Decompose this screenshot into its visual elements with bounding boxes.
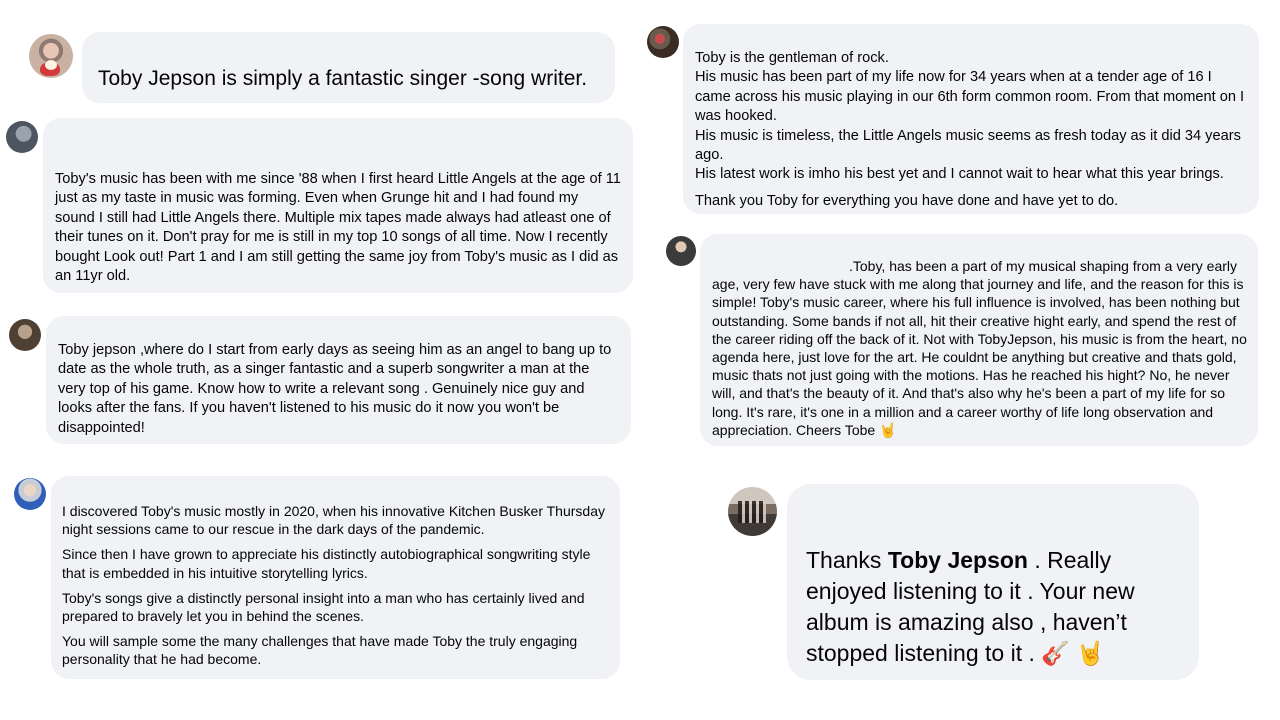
comment-bubble: .Toby, has been a part of my musical sha… <box>700 234 1258 446</box>
avatar[interactable] <box>666 236 696 266</box>
comment-text: Toby's music has been with me since '88 … <box>55 171 621 285</box>
comment-text: Thanks Toby Jepson . Really enjoyed list… <box>806 545 1181 669</box>
comment-prefix: Thanks <box>806 547 888 573</box>
comment-bubble: Toby is the gentleman of rock. His music… <box>683 24 1259 214</box>
avatar[interactable] <box>728 487 777 536</box>
comment-bubble: Toby's music has been with me since '88 … <box>43 118 633 293</box>
mention-link[interactable]: Toby Jepson <box>888 547 1028 573</box>
comment-text: Toby jepson ,where do I start from early… <box>58 342 612 436</box>
comment-bubble: Toby Jepson is simply a fantastic singer… <box>82 32 615 103</box>
comment-text: I discovered Toby's music mostly in 2020… <box>62 503 605 538</box>
comment-text: Toby is the gentleman of rock. His music… <box>695 50 1245 183</box>
avatar[interactable] <box>9 319 41 351</box>
comment-text: You will sample some the many challenges… <box>62 633 578 668</box>
comment-text: Since then I have grown to appreciate hi… <box>62 546 591 581</box>
avatar[interactable] <box>14 478 46 510</box>
comment-body: .Toby, has been a part of my musical sha… <box>712 258 1247 438</box>
comment-text: .Toby, has been a part of my musical sha… <box>712 257 1248 439</box>
avatar[interactable] <box>647 26 679 58</box>
comment-text: Thank you Toby for everything you have d… <box>695 192 1119 209</box>
comment-text: Toby Jepson is simply a fantastic singer… <box>98 67 588 90</box>
comment-text: Toby's songs give a distinctly personal … <box>62 589 585 625</box>
avatar[interactable] <box>29 34 73 78</box>
comment-bubble: Thanks Toby Jepson . Really enjoyed list… <box>787 484 1199 680</box>
comment-bubble: Toby jepson ,where do I start from early… <box>46 316 631 444</box>
avatar[interactable] <box>6 121 38 153</box>
comment-bubble: I discovered Toby's music mostly in 2020… <box>51 476 620 679</box>
